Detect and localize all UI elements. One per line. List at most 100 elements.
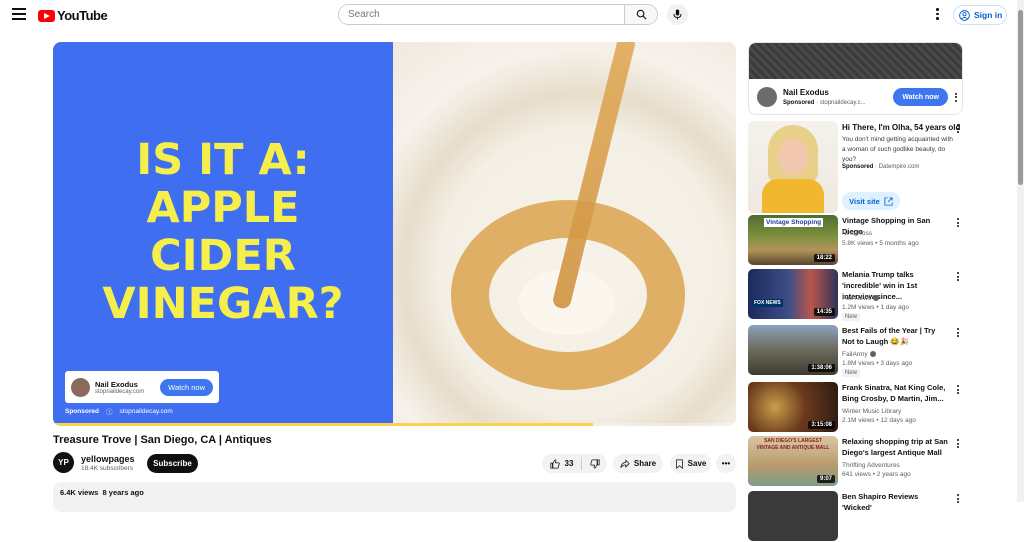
- headline-line-3: CIDER: [150, 231, 296, 281]
- new-badge: New: [842, 369, 861, 377]
- microphone-icon: [673, 9, 682, 20]
- companion-banner: [749, 43, 962, 79]
- channel-name[interactable]: yellowpages: [81, 454, 135, 464]
- new-badge: New: [842, 313, 861, 321]
- thumbs-down-icon: [589, 458, 600, 469]
- video-channel: Fox News: [842, 295, 879, 302]
- video-menu-icon[interactable]: [957, 385, 959, 394]
- view-count: 6.4K views: [60, 488, 99, 497]
- video-channel: Thrifting Adventures: [842, 462, 900, 469]
- share-label: Share: [633, 459, 657, 468]
- description-box[interactable]: 6.4K views 8 years ago: [53, 482, 736, 512]
- video-thumbnail[interactable]: Vintage Shopping 18:22: [748, 215, 838, 265]
- headline-line-1: IS IT A:: [136, 135, 310, 185]
- video-menu-icon[interactable]: [957, 218, 959, 227]
- settings-menu-icon[interactable]: [936, 8, 939, 20]
- like-dislike-group: 33: [542, 454, 607, 473]
- companion-title: Nail Exodus: [783, 88, 829, 97]
- video-meta: 2.1M views • 12 days ago: [842, 417, 916, 424]
- related-video-1[interactable]: FOX NEWS 14:35 Melania Trump talks 'incr…: [748, 269, 963, 321]
- video-menu-icon[interactable]: [957, 272, 959, 281]
- display-ad[interactable]: Hi There, I'm Olha, 54 years old You don…: [748, 121, 963, 213]
- more-actions-button[interactable]: •••: [716, 454, 736, 473]
- visit-site-label: Visit site: [849, 196, 880, 206]
- search-button[interactable]: [624, 5, 657, 24]
- more-horizontal-icon: •••: [721, 459, 731, 468]
- duration-badge: 18:22: [813, 254, 835, 262]
- menu-icon[interactable]: [12, 8, 26, 20]
- sign-in-button[interactable]: Sign in: [953, 5, 1007, 25]
- video-thumbnail[interactable]: 1:38:06: [748, 325, 838, 375]
- bookmark-icon: [675, 458, 683, 469]
- subscribe-button[interactable]: Subscribe: [147, 454, 198, 473]
- view-meta: 6.4K views 8 years ago: [60, 488, 729, 497]
- ad-progress-fill: [53, 423, 593, 426]
- ad-sponsor-line: Sponsored · Datempire.com: [842, 164, 920, 170]
- companion-site: stopnaildecay.c...: [819, 100, 866, 106]
- thumb-overlay-text: SAN DIEGO'S LARGEST VINTAGE AND ANTIQUE …: [756, 438, 830, 451]
- video-menu-icon[interactable]: [957, 439, 959, 448]
- account-icon: [959, 9, 970, 21]
- video-title: Frank Sinatra, Nat King Cole, Bing Crosb…: [842, 383, 946, 403]
- video-meta: 1.8M views • 3 days ago: [842, 360, 913, 367]
- duration-badge: 1:38:06: [808, 364, 835, 372]
- scrollbar-thumb[interactable]: [1018, 10, 1023, 185]
- ad-progress-bar: [53, 423, 736, 426]
- video-thumbnail[interactable]: [748, 491, 838, 541]
- video-player[interactable]: IS IT A: APPLE CIDER VINEGAR? Nail Exodu…: [53, 42, 736, 426]
- ad-footer: Sponsored ⓘ stopnaildecay.com: [65, 406, 173, 417]
- sponsored-companion-card[interactable]: Nail Exodus Sponsored · stopnaildecay.c.…: [748, 42, 963, 115]
- related-video-5[interactable]: Ben Shapiro Reviews 'Wicked': [748, 491, 963, 542]
- related-video-2[interactable]: 1:38:06 Best Fails of the Year | Try Not…: [748, 325, 963, 377]
- like-count: 33: [564, 459, 574, 468]
- video-channel: Winter Music Library: [842, 408, 902, 415]
- ad-woman-image: [748, 121, 838, 213]
- ad-site: Datempire.com: [878, 164, 920, 170]
- sponsored-label: Sponsored: [65, 407, 99, 415]
- ad-footer-site[interactable]: stopnaildecay.com: [119, 408, 172, 415]
- video-meta: 1.2M views • 1 day ago: [842, 304, 909, 311]
- share-button[interactable]: Share: [613, 454, 663, 473]
- player-watch-now-button[interactable]: Watch now: [160, 378, 213, 396]
- youtube-play-icon: [38, 9, 55, 22]
- ad-headline: IS IT A: APPLE CIDER VINEGAR?: [53, 136, 393, 328]
- player-ad-card[interactable]: Nail Exodus stopnaildecay.com Watch now: [65, 371, 219, 403]
- channel-avatar[interactable]: YP: [53, 452, 74, 473]
- advertiser-name: Nail Exodus: [95, 379, 138, 389]
- related-video-0[interactable]: Vintage Shopping 18:22 Vintage Shopping …: [748, 215, 963, 266]
- video-meta: 641 views • 2 years ago: [842, 471, 911, 478]
- visit-site-button[interactable]: Visit site: [842, 192, 900, 210]
- video-title: Ben Shapiro Reviews 'Wicked': [842, 492, 919, 512]
- ad-menu-icon[interactable]: [957, 124, 959, 133]
- info-icon[interactable]: ⓘ: [106, 406, 113, 416]
- related-video-3[interactable]: 3:15:08 Frank Sinatra, Nat King Cole, Bi…: [748, 382, 963, 433]
- video-title: Relaxing shopping trip at San Diego's la…: [842, 437, 948, 457]
- ad-description: You don't mind getting acquainted with a…: [842, 136, 953, 163]
- verified-icon: [869, 351, 876, 358]
- like-button[interactable]: 33: [542, 457, 582, 470]
- video-thumbnail[interactable]: SAN DIEGO'S LARGEST VINTAGE AND ANTIQUE …: [748, 436, 838, 486]
- page-scrollbar[interactable]: [1017, 0, 1024, 502]
- vinegar-pour-image: [393, 42, 736, 426]
- companion-menu-icon[interactable]: [955, 92, 957, 102]
- ad-graphic-panel: IS IT A: APPLE CIDER VINEGAR?: [53, 42, 393, 426]
- youtube-logo[interactable]: YouTube: [38, 8, 108, 23]
- search-input[interactable]: [339, 5, 624, 24]
- voice-search-button[interactable]: [667, 4, 688, 25]
- external-link-icon: [884, 196, 893, 206]
- related-video-4[interactable]: SAN DIEGO'S LARGEST VINTAGE AND ANTIQUE …: [748, 436, 963, 487]
- sign-in-label: Sign in: [974, 10, 1003, 20]
- ad-title: Hi There, I'm Olha, 54 years old: [842, 123, 961, 132]
- duration-badge: 14:35: [813, 308, 835, 316]
- video-thumbnail[interactable]: 3:15:08: [748, 382, 838, 432]
- subscriber-count: 18.4K subscribers: [81, 465, 134, 472]
- video-menu-icon[interactable]: [957, 328, 959, 337]
- logo-text: YouTube: [57, 8, 108, 23]
- save-button[interactable]: Save: [670, 454, 711, 473]
- video-channel: Nina Ross: [842, 230, 872, 237]
- video-thumbnail[interactable]: FOX NEWS 14:35: [748, 269, 838, 319]
- dislike-button[interactable]: [582, 458, 607, 469]
- companion-watch-now-button[interactable]: Watch now: [893, 88, 948, 106]
- headline-line-4: VINEGAR?: [102, 279, 344, 329]
- video-title: Treasure Trove | San Diego, CA | Antique…: [53, 434, 272, 446]
